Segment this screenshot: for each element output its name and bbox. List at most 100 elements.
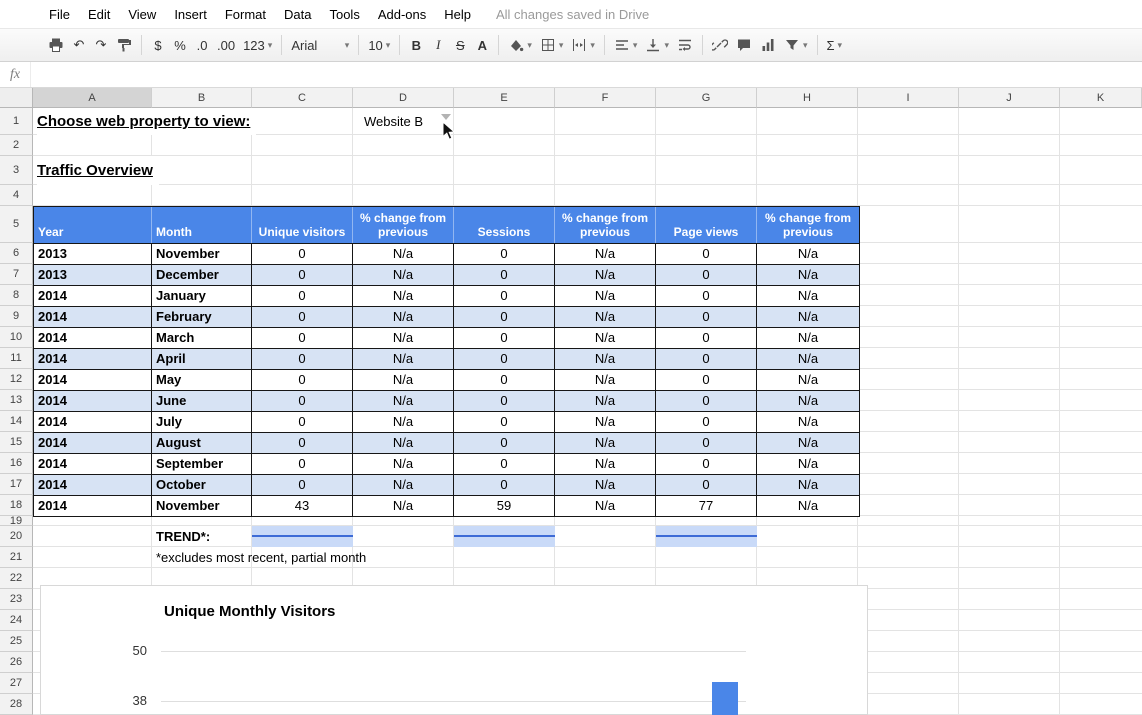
table-cell[interactable]: June [152,391,252,411]
column-header-j[interactable]: J [959,88,1060,108]
row-header-20[interactable]: 20 [0,526,33,547]
row-header-9[interactable]: 9 [0,306,33,327]
row-header-3[interactable]: 3 [0,156,33,185]
row-header-17[interactable]: 17 [0,474,33,495]
bold-button[interactable]: B [405,33,427,57]
table-cell[interactable]: N/a [353,286,454,306]
menu-tools[interactable]: Tools [320,4,368,25]
print-button[interactable] [44,33,68,57]
column-header-i[interactable]: I [858,88,959,108]
table-cell[interactable]: 0 [656,307,757,327]
more-formats-button[interactable]: 123▾ [239,33,276,57]
table-cell[interactable]: 2014 [34,496,152,516]
table-cell[interactable]: 2014 [34,307,152,327]
table-cell[interactable]: 0 [454,475,555,495]
merge-cells-button[interactable]: ▾ [567,33,599,57]
table-cell[interactable]: N/a [555,265,656,285]
table-cell[interactable]: 2014 [34,370,152,390]
format-currency-button[interactable]: $ [147,33,169,57]
insert-chart-button[interactable] [756,33,780,57]
menu-help[interactable]: Help [435,4,480,25]
select-all-corner[interactable] [0,88,33,108]
row-header-21[interactable]: 21 [0,547,33,568]
column-header-g[interactable]: G [656,88,757,108]
table-cell[interactable]: N/a [555,244,656,264]
row-header-5[interactable]: 5 [0,206,33,243]
table-cell[interactable]: N/a [555,286,656,306]
table-cell[interactable]: 0 [252,433,353,453]
row-header-27[interactable]: 27 [0,673,33,694]
table-cell[interactable]: N/a [353,391,454,411]
table-cell[interactable]: 0 [252,328,353,348]
fill-color-button[interactable]: ▾ [504,33,536,57]
trend-sparkline-unique-visitors[interactable] [252,526,353,547]
table-cell[interactable]: N/a [757,286,859,306]
row-header-18[interactable]: 18 [0,495,33,516]
row-header-16[interactable]: 16 [0,453,33,474]
column-header-f[interactable]: F [555,88,656,108]
functions-button[interactable]: Σ▾ [823,33,847,57]
row-header-14[interactable]: 14 [0,411,33,432]
italic-button[interactable]: I [427,33,449,57]
cell-a3-section-title[interactable]: Traffic Overview [37,156,159,185]
table-cell[interactable]: N/a [757,454,859,474]
table-cell[interactable]: N/a [353,370,454,390]
table-cell[interactable]: N/a [353,496,454,516]
table-cell[interactable]: 0 [454,265,555,285]
table-cell[interactable]: 2014 [34,454,152,474]
table-cell[interactable]: 2014 [34,391,152,411]
validation-dropdown-icon[interactable] [441,114,451,120]
table-cell[interactable]: 2014 [34,475,152,495]
table-cell[interactable]: 0 [252,265,353,285]
table-cell[interactable]: N/a [757,391,859,411]
table-cell[interactable]: 0 [252,370,353,390]
row-header-8[interactable]: 8 [0,285,33,306]
table-cell[interactable]: 0 [656,265,757,285]
table-cell[interactable]: 0 [454,391,555,411]
table-cell[interactable]: 0 [656,433,757,453]
table-cell[interactable]: N/a [757,244,859,264]
table-cell[interactable]: 2014 [34,328,152,348]
menu-data[interactable]: Data [275,4,320,25]
table-cell[interactable]: N/a [555,475,656,495]
text-color-button[interactable]: A [471,33,493,57]
table-cell[interactable]: March [152,328,252,348]
vertical-align-button[interactable]: ▾ [641,33,673,57]
table-cell[interactable]: N/a [757,328,859,348]
table-cell[interactable]: 2014 [34,433,152,453]
menu-file[interactable]: File [40,4,79,25]
row-header-7[interactable]: 7 [0,264,33,285]
table-cell[interactable]: 0 [454,412,555,432]
borders-button[interactable]: ▾ [536,33,568,57]
row-header-22[interactable]: 22 [0,568,33,589]
column-header-k[interactable]: K [1060,88,1142,108]
table-cell[interactable]: N/a [555,391,656,411]
table-cell[interactable]: 0 [454,454,555,474]
redo-button[interactable]: ↷ [90,33,112,57]
table-cell[interactable]: 77 [656,496,757,516]
decrease-decimal-button[interactable]: .0 [191,33,213,57]
table-cell[interactable]: January [152,286,252,306]
cell-a1-choose-label[interactable]: Choose web property to view: [37,108,256,135]
table-cell[interactable]: 0 [252,412,353,432]
row-header-26[interactable]: 26 [0,652,33,673]
table-cell[interactable]: 2014 [34,412,152,432]
table-cell[interactable]: N/a [757,496,859,516]
table-cell[interactable]: N/a [353,328,454,348]
table-cell[interactable]: 0 [656,349,757,369]
table-cell[interactable]: 0 [252,286,353,306]
cell-d1-web-property[interactable]: Website B [364,108,423,135]
increase-decimal-button[interactable]: .00 [213,33,239,57]
table-cell[interactable]: N/a [353,244,454,264]
format-percent-button[interactable]: % [169,33,191,57]
table-cell[interactable]: N/a [353,412,454,432]
column-header-c[interactable]: C [252,88,353,108]
table-cell[interactable]: November [152,244,252,264]
table-cell[interactable]: 0 [656,454,757,474]
row-header-13[interactable]: 13 [0,390,33,411]
row-header-2[interactable]: 2 [0,135,33,156]
table-cell[interactable]: 0 [252,307,353,327]
table-cell[interactable]: 0 [252,454,353,474]
row-header-28[interactable]: 28 [0,694,33,715]
table-cell[interactable]: N/a [353,475,454,495]
